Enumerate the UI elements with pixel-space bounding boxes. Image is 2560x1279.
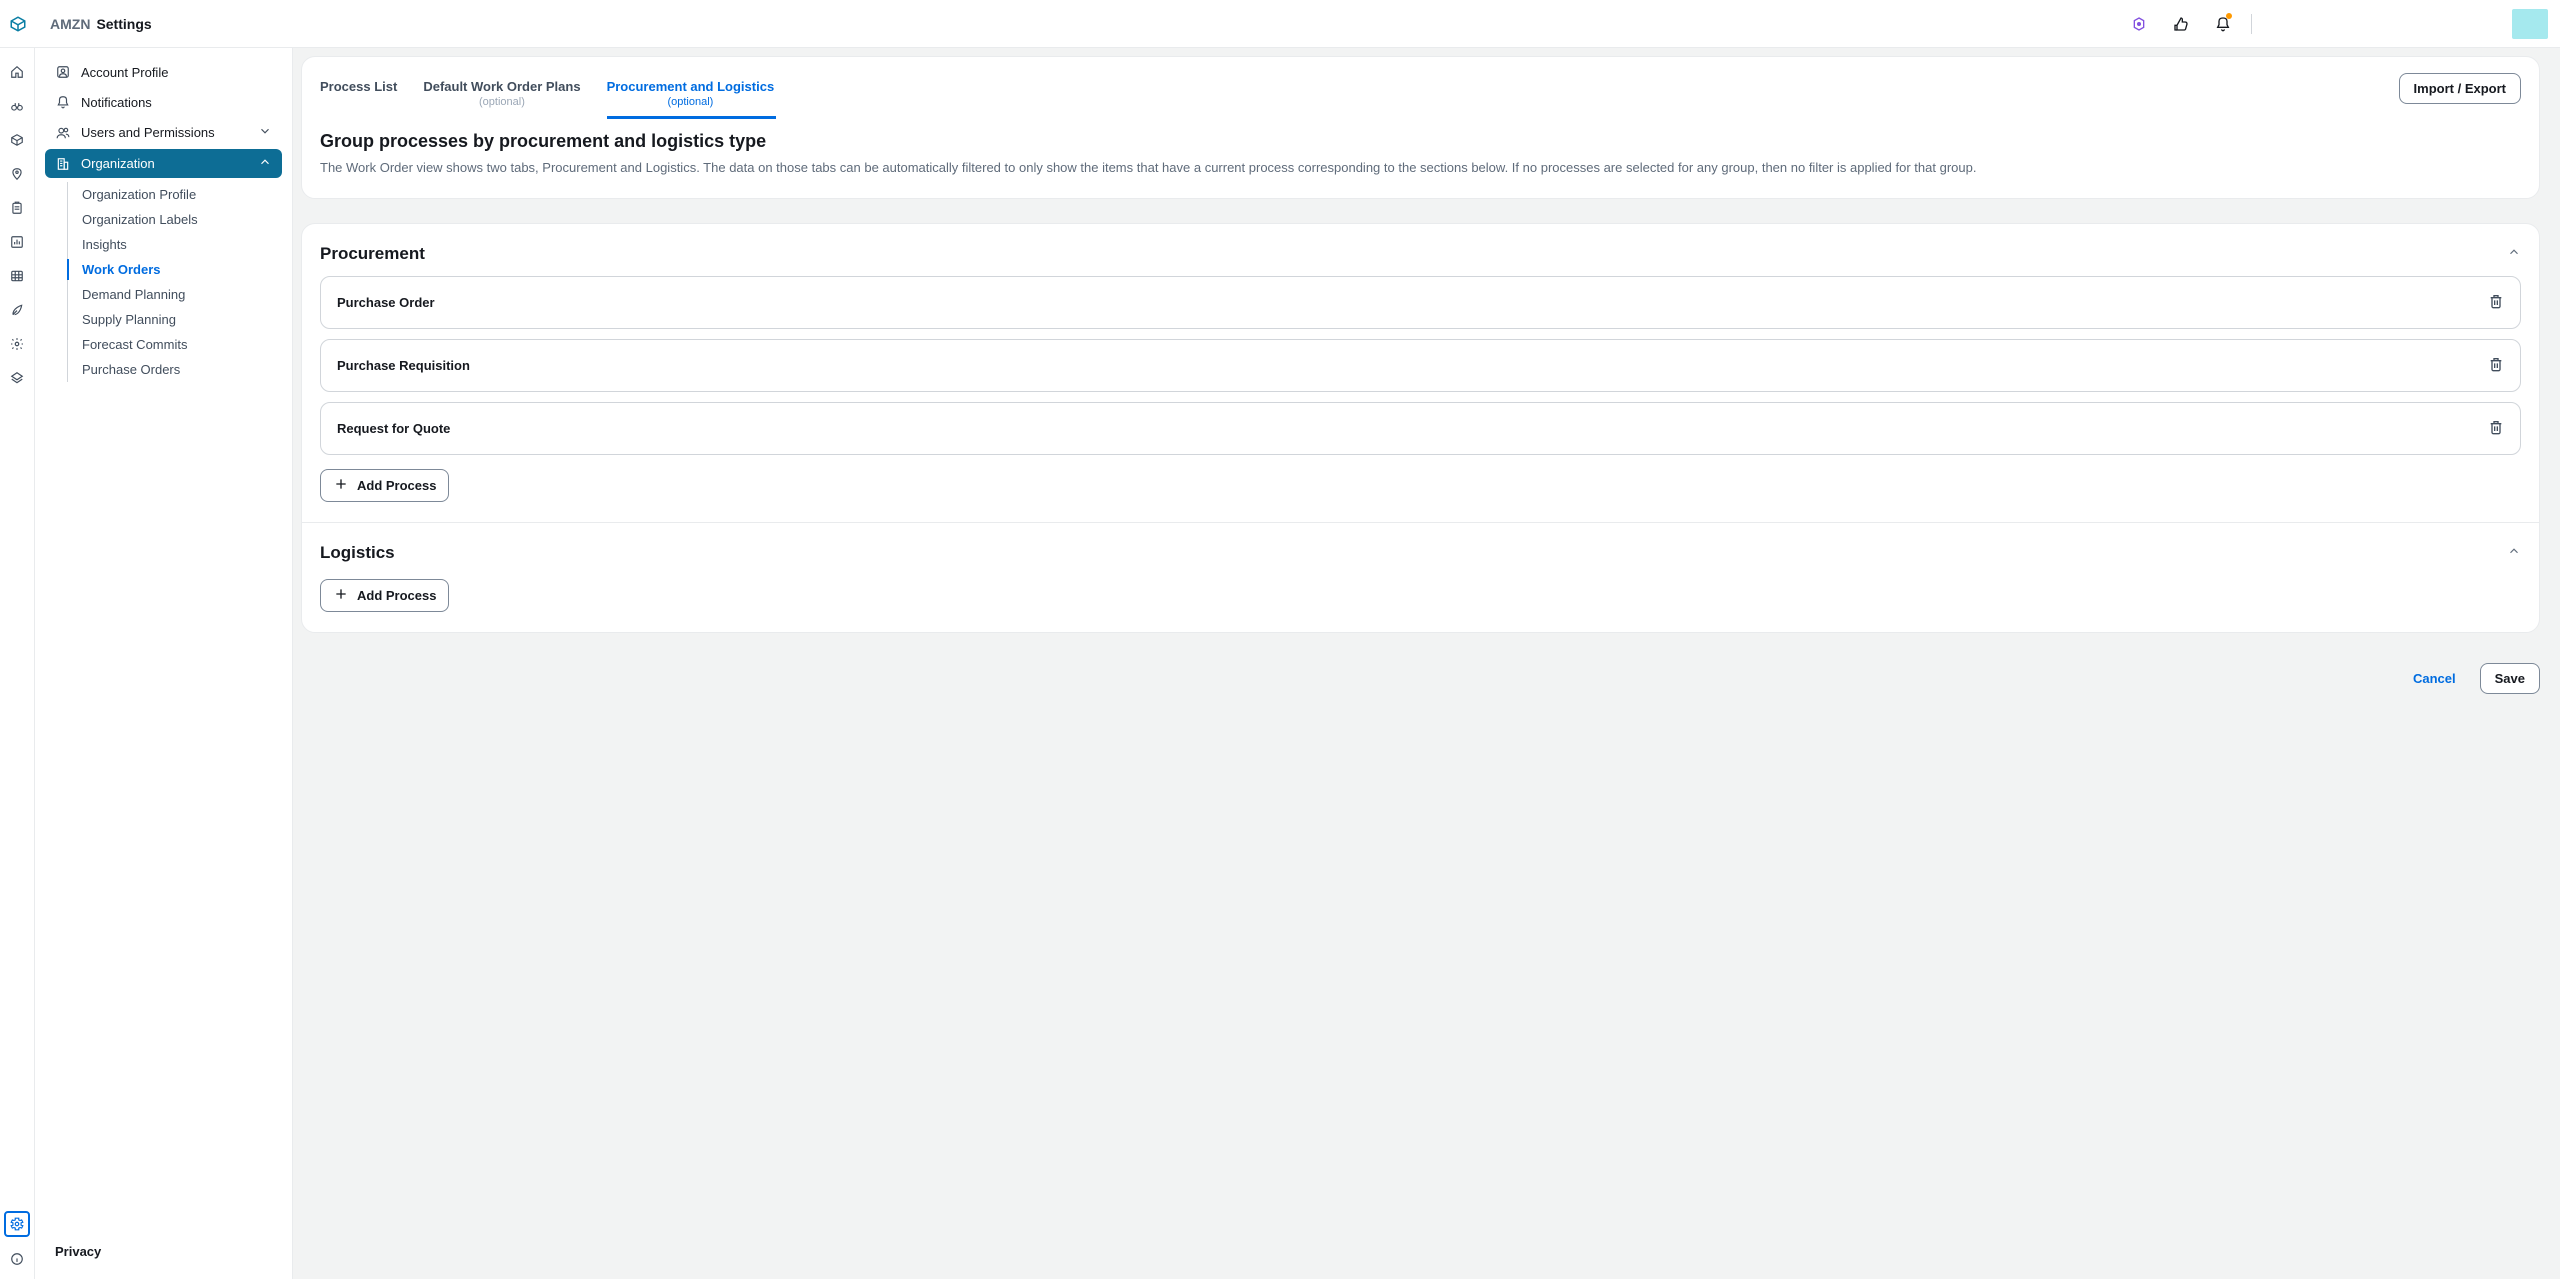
add-process-label: Add Process xyxy=(357,478,436,493)
tab-sub-label: (optional) xyxy=(607,96,775,108)
process-name: Request for Quote xyxy=(337,421,450,436)
sidebar-item-account[interactable]: Account Profile xyxy=(45,58,282,86)
app-shell: Account Profile Notifications Users and … xyxy=(0,48,2560,1279)
sidebar-item-label: Account Profile xyxy=(81,65,168,80)
delete-icon[interactable] xyxy=(2488,293,2504,312)
tab-default-wop[interactable]: Default Work Order Plans (optional) xyxy=(423,73,594,118)
collapse-icon[interactable] xyxy=(2507,544,2521,561)
subnav-insights[interactable]: Insights xyxy=(68,232,282,257)
feedback-icon[interactable] xyxy=(2167,10,2195,38)
rail-settings[interactable] xyxy=(4,1211,30,1237)
save-button[interactable]: Save xyxy=(2480,663,2540,694)
page-header-card: Process List Default Work Order Plans (o… xyxy=(301,56,2540,199)
rail-chart[interactable] xyxy=(5,230,29,254)
rail-gear-small[interactable] xyxy=(5,332,29,356)
page-description: The Work Order view shows two tabs, Proc… xyxy=(302,158,2539,178)
subnav-work-orders[interactable]: Work Orders xyxy=(68,257,282,282)
notifications-icon[interactable] xyxy=(2209,10,2237,38)
delete-icon[interactable] xyxy=(2488,419,2504,438)
rail-location[interactable] xyxy=(5,162,29,186)
chevron-up-icon xyxy=(258,155,272,172)
user-square-icon xyxy=(55,64,71,80)
subnav-supply-planning[interactable]: Supply Planning xyxy=(68,307,282,332)
header-org: AMZN xyxy=(50,16,90,32)
sidebar-item-organization[interactable]: Organization xyxy=(45,149,282,178)
subnav-purchase-orders[interactable]: Purchase Orders xyxy=(68,357,282,382)
add-process-label: Add Process xyxy=(357,588,436,603)
page-heading: Group processes by procurement and logis… xyxy=(302,119,2539,158)
tab-process-list[interactable]: Process List xyxy=(320,73,411,104)
sidebar: Account Profile Notifications Users and … xyxy=(35,48,293,1279)
sidebar-item-label: Notifications xyxy=(81,95,152,110)
subnav-org-profile[interactable]: Organization Profile xyxy=(68,182,282,207)
sidebar-item-notifications[interactable]: Notifications xyxy=(45,88,282,116)
privacy-link[interactable]: Privacy xyxy=(35,1234,292,1269)
collapse-icon[interactable] xyxy=(2507,245,2521,262)
process-row[interactable]: Request for Quote xyxy=(320,402,2521,455)
topbar-actions xyxy=(2125,10,2252,38)
group-logistics: Logistics Add Process xyxy=(302,522,2539,632)
subnav-org-labels[interactable]: Organization Labels xyxy=(68,207,282,232)
group-header: Logistics xyxy=(320,543,2521,575)
rail-layers[interactable] xyxy=(5,366,29,390)
group-title: Logistics xyxy=(320,543,395,563)
app-logo[interactable] xyxy=(0,15,35,33)
add-process-button[interactable]: Add Process xyxy=(320,469,449,502)
tab-sub-label: (optional) xyxy=(423,96,580,108)
rail-info[interactable] xyxy=(5,1247,29,1271)
notifications-dot xyxy=(2226,13,2232,19)
plus-icon xyxy=(333,586,349,605)
rail-leaf[interactable] xyxy=(5,298,29,322)
ai-assistant-icon[interactable] xyxy=(2125,10,2153,38)
chevron-down-icon xyxy=(258,124,272,141)
tab-label: Process List xyxy=(320,79,397,94)
tab-label: Default Work Order Plans xyxy=(423,79,580,94)
header-page: Settings xyxy=(96,16,151,32)
rail-cube[interactable] xyxy=(5,128,29,152)
subnav-demand-planning[interactable]: Demand Planning xyxy=(68,282,282,307)
process-name: Purchase Requisition xyxy=(337,358,470,373)
add-process-button[interactable]: Add Process xyxy=(320,579,449,612)
process-name: Purchase Order xyxy=(337,295,435,310)
delete-icon[interactable] xyxy=(2488,356,2504,375)
page-title: AMZN Settings xyxy=(35,16,152,32)
process-row[interactable]: Purchase Order xyxy=(320,276,2521,329)
groups-card: Procurement Purchase Order Purchase Requ… xyxy=(301,223,2540,633)
sidebar-item-label: Users and Permissions xyxy=(81,125,215,140)
user-avatar[interactable] xyxy=(2512,9,2548,39)
tabs-row: Process List Default Work Order Plans (o… xyxy=(302,65,2539,119)
group-title: Procurement xyxy=(320,244,425,264)
tab-procurement-logistics[interactable]: Procurement and Logistics (optional) xyxy=(607,73,789,118)
plus-icon xyxy=(333,476,349,495)
main-work-area: Process List Default Work Order Plans (o… xyxy=(293,48,2560,1279)
rail-binoculars[interactable] xyxy=(5,94,29,118)
footer-actions: Cancel Save xyxy=(301,657,2540,694)
building-icon xyxy=(55,156,71,172)
rail-home[interactable] xyxy=(5,60,29,84)
rail-clipboard[interactable] xyxy=(5,196,29,220)
cancel-button[interactable]: Cancel xyxy=(2399,663,2470,694)
divider xyxy=(2251,14,2252,34)
group-header: Procurement xyxy=(320,244,2521,276)
sidebar-org-subnav: Organization Profile Organization Labels… xyxy=(67,182,282,382)
import-export-button[interactable]: Import / Export xyxy=(2399,73,2521,104)
topbar: AMZN Settings xyxy=(0,0,2560,48)
subnav-forecast-commits[interactable]: Forecast Commits xyxy=(68,332,282,357)
sidebar-item-label: Organization xyxy=(81,156,155,171)
icon-rail xyxy=(0,48,35,1279)
rail-table[interactable] xyxy=(5,264,29,288)
tab-label: Procurement and Logistics xyxy=(607,79,775,94)
group-procurement: Procurement Purchase Order Purchase Requ… xyxy=(302,224,2539,522)
process-row[interactable]: Purchase Requisition xyxy=(320,339,2521,392)
people-icon xyxy=(55,125,71,141)
sidebar-item-users[interactable]: Users and Permissions xyxy=(45,118,282,147)
bell-icon xyxy=(55,94,71,110)
